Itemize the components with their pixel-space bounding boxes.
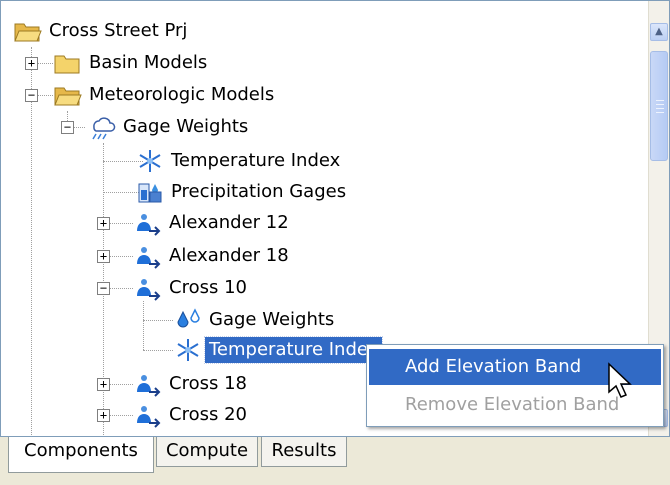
tree-item-alexander-12[interactable]: Alexander 12 — [133, 207, 293, 239]
subbasin-icon — [133, 209, 163, 237]
collapse-toggle[interactable]: + — [97, 378, 110, 391]
grip-line — [656, 104, 664, 105]
tree-item-cross-10-temperature-index[interactable]: Temperature Index — [173, 334, 384, 366]
tree-item-label: Temperature Index — [171, 150, 341, 171]
tree-item-label: Meteorologic Models — [89, 84, 275, 105]
tab-label: Results — [271, 440, 337, 461]
tab-compute[interactable]: Compute — [156, 437, 258, 467]
grip-line — [656, 108, 664, 109]
collapse-toggle[interactable]: + — [97, 409, 110, 422]
tree-item-meteorologic-models[interactable]: Meteorologic Models — [53, 79, 278, 111]
tree-item-cross-10[interactable]: Cross 10 — [133, 272, 251, 304]
water-drops-icon — [173, 306, 203, 334]
grip-line — [656, 112, 664, 113]
tree-line — [143, 301, 144, 350]
tree-item-label: Cross Street Prj — [49, 20, 188, 41]
cloud-rain-icon — [87, 113, 117, 141]
scrollbar-thumb[interactable] — [650, 51, 668, 161]
snowflake-icon — [135, 147, 165, 175]
tree-item-alexander-18[interactable]: Alexander 18 — [133, 240, 293, 272]
tree-item-label: Precipitation Gages — [171, 181, 347, 202]
snowflake-icon — [173, 336, 203, 364]
tab-components[interactable]: Components — [8, 437, 154, 473]
tree-item-precipitation-gages[interactable]: Precipitation Gages — [135, 176, 350, 208]
collapse-toggle[interactable]: + — [97, 250, 110, 263]
tab-label: Compute — [165, 440, 249, 461]
expand-toggle[interactable]: − — [97, 282, 110, 295]
subbasin-icon — [133, 274, 163, 302]
expand-toggle[interactable]: − — [61, 121, 74, 134]
subbasin-icon — [133, 242, 163, 270]
tab-label: Components — [24, 440, 138, 461]
mouse-cursor-icon — [607, 362, 637, 402]
tree-item-basin-models[interactable]: Basin Models — [53, 47, 211, 79]
tree-item-temperature-index[interactable]: Temperature Index — [135, 145, 344, 177]
tree-item-label: Basin Models — [89, 52, 208, 73]
tab-results[interactable]: Results — [261, 437, 347, 467]
tree-item-label: Cross 10 — [169, 277, 247, 298]
tree-item-label: Cross 18 — [169, 373, 247, 394]
tree-item-partial — [133, 429, 165, 436]
menu-item-label: Remove Elevation Band — [405, 394, 620, 415]
precipitation-gage-icon — [135, 178, 165, 206]
tree-item-label: Gage Weights — [209, 309, 335, 330]
folder-icon — [53, 49, 83, 77]
grip-line — [656, 100, 664, 101]
tree-item-label: Alexander 12 — [169, 212, 289, 233]
tree-item-label: Alexander 18 — [169, 245, 289, 266]
tree-item-label: Cross 20 — [169, 404, 247, 425]
tree-item-root[interactable]: Cross Street Prj — [13, 15, 191, 47]
menu-item-label: Add Elevation Band — [405, 356, 582, 377]
tree-item-met-gage-weights[interactable]: Gage Weights — [87, 111, 252, 143]
expand-toggle[interactable]: − — [25, 89, 38, 102]
tree-line — [31, 47, 32, 436]
tree-line — [143, 350, 173, 351]
tree-item-label: Temperature Index — [203, 336, 384, 364]
tree-line — [143, 320, 173, 321]
tree-item-cross-18[interactable]: Cross 18 — [133, 368, 251, 400]
collapse-toggle[interactable]: + — [97, 217, 110, 230]
tree-item-cross-20[interactable]: Cross 20 — [133, 399, 251, 431]
tree-item-cross-10-gage-weights[interactable]: Gage Weights — [173, 304, 338, 336]
scroll-up-button[interactable]: ▲ — [650, 23, 668, 41]
tab-bar: Components Compute Results — [0, 437, 670, 485]
subbasin-icon — [133, 370, 163, 398]
folder-open-icon — [13, 17, 43, 45]
tree-item-label: Gage Weights — [123, 116, 249, 137]
subbasin-icon — [133, 401, 163, 429]
collapse-toggle[interactable]: + — [25, 57, 38, 70]
folder-open-icon — [53, 81, 83, 109]
